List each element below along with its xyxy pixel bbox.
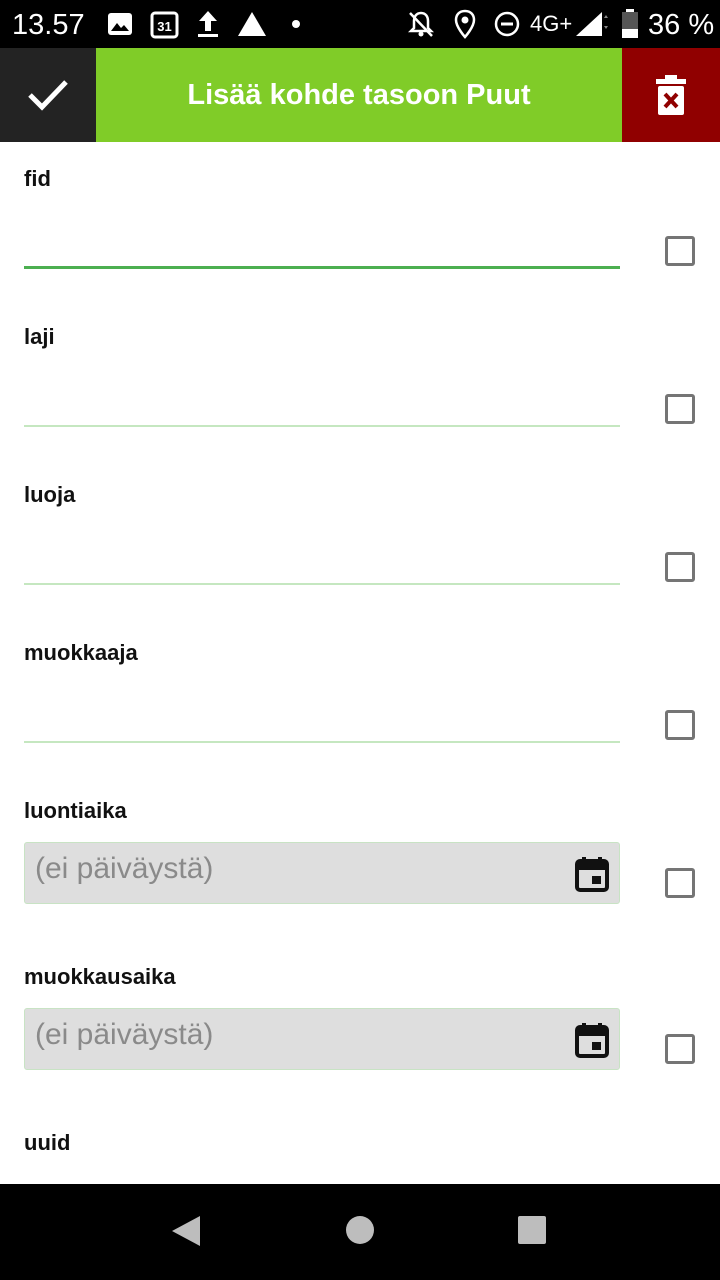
laji-input[interactable]	[24, 384, 620, 424]
do-not-disturb-icon	[493, 8, 521, 40]
calendar-icon	[575, 1023, 609, 1058]
drive-icon	[236, 8, 268, 40]
laji-remember-checkbox[interactable]	[665, 394, 695, 424]
field-label-uuid: uuid	[24, 1130, 71, 1155]
location-icon	[453, 8, 477, 40]
field-label-luontiaika: luontiaika	[24, 798, 127, 823]
field-label-muokkaaja: muokkaaja	[24, 640, 138, 665]
calendar-icon: 31	[150, 8, 180, 40]
luontiaika-remember-checkbox[interactable]	[665, 868, 695, 898]
fid-remember-checkbox[interactable]	[665, 236, 695, 266]
dot-icon	[290, 8, 302, 40]
recents-icon[interactable]	[516, 1214, 548, 1246]
feature-form: fid laji luoja muokkaaja luontiaika (ei …	[0, 142, 720, 1184]
muokkausaika-date-picker[interactable]: (ei päiväystä)	[24, 1008, 620, 1070]
laji-underline	[24, 425, 620, 427]
muokkausaika-remember-checkbox[interactable]	[665, 1034, 695, 1064]
field-label-muokkausaika: muokkausaika	[24, 964, 176, 989]
network-type: 4G+	[530, 11, 573, 36]
delete-icon	[656, 75, 686, 115]
navigation-bar	[0, 1184, 720, 1280]
fid-underline	[24, 266, 620, 269]
toolbar-title: Lisää kohde tasoon Puut	[96, 48, 622, 142]
home-icon[interactable]	[344, 1214, 376, 1246]
delete-button[interactable]	[622, 48, 720, 142]
calendar-icon	[575, 857, 609, 892]
upload-icon	[196, 8, 220, 40]
back-icon[interactable]	[170, 1214, 202, 1248]
check-icon	[28, 80, 68, 111]
notifications-off-icon	[406, 8, 436, 40]
image-icon	[106, 8, 134, 40]
muokkaaja-remember-checkbox[interactable]	[665, 710, 695, 740]
battery-icon	[620, 8, 640, 40]
svg-text:31: 31	[157, 19, 171, 34]
luontiaika-date-picker[interactable]: (ei päiväystä)	[24, 842, 620, 904]
field-label-laji: laji	[24, 324, 55, 349]
fid-input[interactable]	[24, 226, 620, 266]
muokkausaika-value: (ei päiväystä)	[35, 1018, 214, 1051]
luoja-underline	[24, 583, 620, 585]
muokkaaja-underline	[24, 741, 620, 743]
muokkaaja-input[interactable]	[24, 700, 620, 740]
luoja-input[interactable]	[24, 542, 620, 582]
feature-form-toolbar: Lisää kohde tasoon Puut	[0, 48, 720, 142]
luoja-remember-checkbox[interactable]	[665, 552, 695, 582]
field-label-luoja: luoja	[24, 482, 76, 507]
field-label-fid: fid	[24, 166, 51, 191]
accept-button[interactable]	[0, 48, 96, 142]
status-bar: 13.57 31 4G+ 36 %	[0, 0, 720, 48]
battery-percent: 36 %	[648, 9, 715, 41]
status-time: 13.57	[12, 9, 85, 41]
luontiaika-value: (ei päiväystä)	[35, 852, 214, 885]
signal-icon	[574, 8, 608, 40]
